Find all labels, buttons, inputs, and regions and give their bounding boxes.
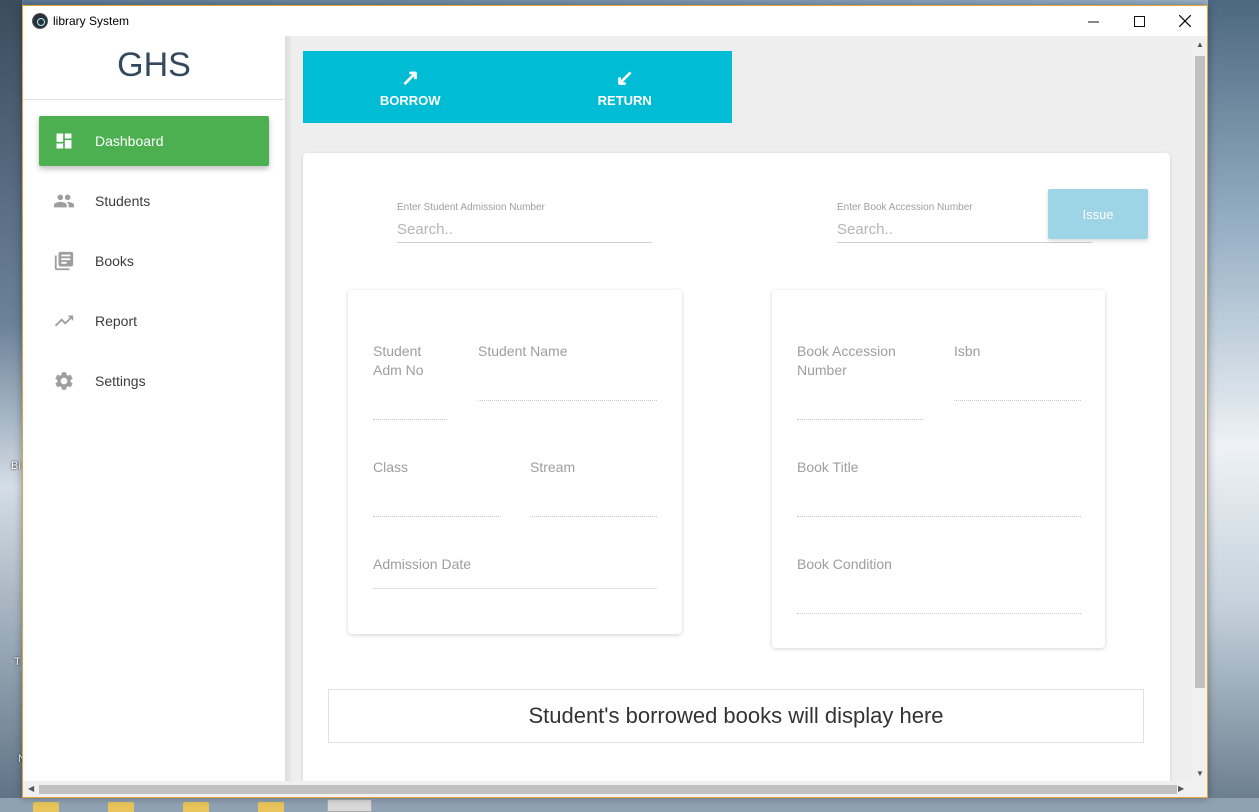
book-accession-label: Book Accession Number (797, 343, 896, 378)
borrow-button[interactable]: ↗ BORROW (303, 51, 518, 123)
desktop-wallpaper-right (1208, 0, 1259, 812)
scroll-left-icon[interactable]: ◀ (28, 784, 34, 793)
maximize-button[interactable] (1116, 6, 1162, 36)
student-details-card: Student Adm No Student Name Class Stream… (348, 290, 682, 634)
maximize-icon (1133, 15, 1145, 27)
class-label: Class (373, 459, 409, 475)
isbn-field (954, 400, 1081, 401)
student-search-label: Enter Student Admission Number (397, 202, 545, 213)
book-title-label: Book Title (797, 459, 859, 475)
arrow-down-left-icon: ↙ (615, 64, 634, 90)
return-label: RETURN (597, 92, 652, 108)
book-condition-label: Book Condition (797, 556, 892, 572)
book-details-card: Book Accession Number Isbn Book Title Bo… (772, 290, 1105, 648)
library-books-icon (53, 250, 75, 272)
taskbar-app-icon[interactable] (327, 799, 372, 812)
folder-icon[interactable] (33, 802, 59, 812)
desktop-wallpaper-left (0, 0, 22, 812)
sidebar-item-books[interactable]: Books (39, 236, 269, 286)
book-accession-field (797, 419, 923, 420)
scroll-down-icon[interactable]: ▼ (1196, 769, 1204, 778)
arrow-up-right-icon: ↗ (401, 64, 420, 90)
desktop-icon-label[interactable]: T (14, 656, 21, 668)
desktop-icon-label[interactable]: Bi (11, 460, 21, 472)
scroll-up-icon[interactable]: ▲ (1196, 40, 1204, 49)
book-condition-field (797, 613, 1081, 614)
student-adm-no-label: Student Adm No (373, 343, 424, 378)
folder-icon[interactable] (258, 802, 284, 812)
horizontal-scrollbar[interactable]: ◀ ▶ (23, 781, 1207, 797)
borrow-return-toggle: ↗ BORROW ↙ RETURN (303, 51, 732, 123)
gear-icon (53, 370, 75, 392)
sidebar-item-label: Dashboard (95, 133, 164, 149)
book-title-field (797, 516, 1081, 517)
app-logo-icon (32, 13, 48, 29)
borrow-label: BORROW (379, 92, 441, 108)
main-content: ↗ BORROW ↙ RETURN Enter Student Admissio… (291, 36, 1192, 781)
stream-field (530, 516, 657, 517)
sidebar-item-settings[interactable]: Settings (39, 356, 269, 406)
title-bar[interactable]: library System (23, 6, 1207, 36)
return-button[interactable]: ↙ RETURN (518, 51, 733, 123)
student-name-field (478, 400, 657, 401)
minimize-button[interactable] (1070, 6, 1116, 36)
sidebar: GHS Dashboard Students Books Report Sett… (23, 36, 285, 781)
window-title: library System (53, 14, 130, 28)
student-search-input[interactable] (397, 221, 652, 243)
minimize-icon (1087, 21, 1099, 22)
folder-icon[interactable] (183, 802, 209, 812)
sidebar-item-students[interactable]: Students (39, 176, 269, 226)
sidebar-item-label: Books (95, 253, 134, 269)
sidebar-item-dashboard[interactable]: Dashboard (39, 116, 269, 166)
dashboard-icon (53, 130, 75, 152)
student-name-label: Student Name (478, 343, 568, 359)
close-button[interactable] (1162, 6, 1208, 36)
stream-label: Stream (530, 459, 576, 475)
admission-date-label: Admission Date (373, 556, 472, 572)
book-search-label: Enter Book Accession Number (837, 202, 973, 213)
class-field (373, 516, 501, 517)
folder-icon[interactable] (108, 802, 134, 812)
isbn-label: Isbn (954, 343, 981, 359)
borrowed-books-placeholder: Student's borrowed books will display he… (328, 689, 1144, 743)
student-search-group: Enter Student Admission Number (397, 197, 652, 243)
vertical-scroll-thumb[interactable] (1195, 56, 1205, 688)
sidebar-item-label: Students (95, 193, 151, 209)
issue-card: Enter Student Admission Number Enter Boo… (303, 153, 1170, 781)
sidebar-item-report[interactable]: Report (39, 296, 269, 346)
horizontal-scroll-thumb[interactable] (39, 785, 1177, 794)
scroll-right-icon[interactable]: ▶ (1178, 784, 1184, 793)
issue-button[interactable]: Issue (1048, 189, 1148, 239)
vertical-scrollbar[interactable]: ▲ ▼ (1192, 36, 1207, 781)
sidebar-item-label: Settings (95, 373, 146, 389)
trending-up-icon (53, 310, 75, 332)
people-icon (53, 190, 75, 212)
student-adm-no-field (373, 419, 447, 420)
close-icon (1179, 15, 1191, 27)
admission-date-field (373, 588, 657, 589)
brand-title: GHS (23, 36, 285, 100)
app-window: library System GHS Dashboard Students Bo… (22, 5, 1208, 798)
sidebar-item-label: Report (95, 313, 138, 329)
